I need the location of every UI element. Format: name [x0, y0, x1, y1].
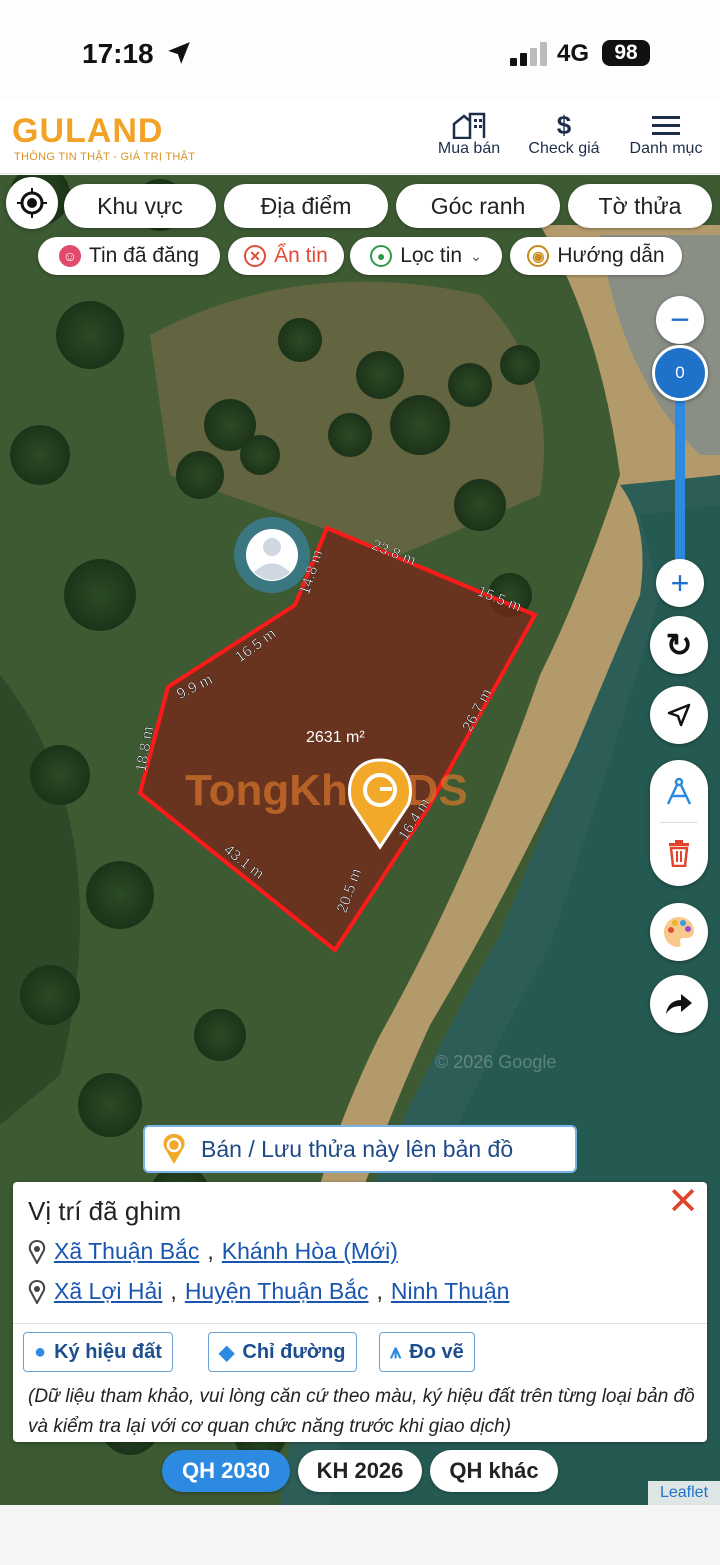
chip-loc-tin[interactable]: ● Lọc tin ⌄	[350, 237, 502, 275]
palette-icon: ●	[34, 1340, 47, 1363]
draw-tools-group	[650, 760, 708, 886]
close-icon[interactable]: ✕	[665, 1183, 701, 1221]
nav-label: Danh mục	[629, 140, 703, 157]
chip-label: Ẩn tin	[274, 244, 328, 267]
delete-button[interactable]	[650, 826, 708, 880]
nav-danh-muc[interactable]: Danh mục	[622, 110, 710, 158]
navigation-arrow-icon	[667, 703, 691, 727]
leaflet-attribution[interactable]: Leaflet	[648, 1481, 720, 1505]
zoom-level-knob[interactable]: 0	[652, 345, 708, 401]
action-label: Đo vẽ	[409, 1340, 464, 1363]
filter-pin-icon: ●	[370, 245, 393, 267]
palette-button[interactable]	[650, 903, 708, 961]
guland-pin-icon	[163, 1134, 185, 1164]
close-circle-icon: ✕	[244, 245, 267, 267]
tab-khu-vuc[interactable]: Khu vực	[64, 184, 216, 228]
refresh-icon: ↻	[665, 627, 693, 663]
location-arrow-icon	[168, 42, 190, 64]
commune-link[interactable]: Xã Lợi Hải	[54, 1278, 162, 1305]
directions-icon: ◆	[219, 1341, 235, 1364]
province-link[interactable]: Ninh Thuận	[391, 1278, 510, 1305]
nav-label: Check giá	[528, 140, 600, 157]
menu-icon	[622, 110, 710, 140]
status-bar: 17:18 4G 98	[0, 0, 720, 100]
disclaimer-note: (Dữ liệu tham khảo, vui lòng căn cứ theo…	[28, 1386, 695, 1437]
separator: ,	[376, 1278, 383, 1304]
pinned-location-panel: Vị trí đã ghim ✕ Xã Thuận Bắc, Khánh Hòa…	[13, 1182, 707, 1442]
guland-logo[interactable]: GULAND	[12, 112, 163, 151]
measure-button[interactable]: ⩚ Đo vẽ	[379, 1332, 475, 1372]
tab-qh-2030[interactable]: QH 2030	[162, 1450, 290, 1492]
locate-me-button[interactable]	[6, 177, 58, 229]
separator: ,	[207, 1238, 214, 1264]
action-label: Ký hiệu đất	[54, 1340, 162, 1363]
compass-draw-button[interactable]	[650, 766, 708, 818]
nav-label: Mua bán	[437, 140, 501, 157]
chip-label: Tin đã đăng	[88, 244, 200, 267]
signal-icon	[510, 42, 547, 66]
land-symbol-button[interactable]: ● Ký hiệu đất	[23, 1332, 173, 1372]
app-header: GULAND THÔNG TIN THẬT - GIÁ TRỊ THẬT Mua…	[0, 100, 720, 174]
district-link[interactable]: Huyện Thuận Bắc	[185, 1278, 369, 1305]
compass-icon	[666, 777, 692, 805]
tab-qh-khac[interactable]: QH khác	[430, 1450, 558, 1492]
parcel-area: 2631 m²	[306, 729, 365, 746]
commune-link[interactable]: Xã Thuận Bắc	[54, 1238, 199, 1265]
dollar-icon: $	[556, 109, 572, 140]
province-link[interactable]: Khánh Hòa (Mới)	[222, 1238, 398, 1265]
chip-tin-da-dang[interactable]: ☺ Tin đã đăng	[38, 237, 220, 275]
crosshair-icon	[17, 188, 47, 218]
action-label: Chỉ đường	[242, 1340, 346, 1363]
tab-kh-2026[interactable]: KH 2026	[298, 1450, 422, 1492]
tab-goc-ranh[interactable]: Góc ranh	[396, 184, 560, 228]
google-credit: © 2026 Google	[435, 1052, 556, 1072]
location-row-new: Xã Thuận Bắc, Khánh Hòa (Mới)	[28, 1238, 398, 1265]
chip-an-tin[interactable]: ✕ Ẩn tin	[228, 237, 344, 275]
divider	[660, 822, 698, 823]
save-parcel-button[interactable]: Bán / Lưu thửa này lên bản đồ	[143, 1125, 577, 1173]
network-type: 4G	[557, 40, 590, 67]
location-row-old: Xã Lợi Hải, Huyện Thuận Bắc, Ninh Thuận	[28, 1278, 509, 1305]
trash-icon	[669, 840, 689, 867]
battery-indicator: 98	[602, 40, 650, 66]
location-pin-icon	[28, 1239, 46, 1264]
chip-huong-dan[interactable]: ◉ Hướng dẫn	[510, 237, 682, 275]
navigate-button[interactable]	[650, 686, 708, 744]
chip-label: Lọc tin	[400, 244, 463, 267]
browser-bottom-bar	[0, 1505, 720, 1565]
posted-icon: ☺	[58, 245, 81, 267]
chevron-down-icon: ⌄	[470, 247, 482, 264]
save-parcel-label: Bán / Lưu thửa này lên bản đồ	[201, 1135, 514, 1162]
zoom-out-button[interactable]: −	[656, 296, 704, 344]
status-time: 17:18	[82, 38, 154, 69]
nav-mua-ban[interactable]: Mua bán	[430, 110, 508, 158]
share-arrow-icon	[666, 994, 692, 1014]
tab-dia-diem[interactable]: Địa điểm	[224, 184, 388, 228]
separator: ,	[170, 1278, 177, 1304]
palette-icon	[664, 917, 694, 947]
guide-icon: ◉	[527, 245, 550, 267]
building-icon	[430, 110, 508, 140]
location-pin-icon	[28, 1279, 46, 1304]
divider	[13, 1323, 707, 1324]
chip-label: Hướng dẫn	[557, 244, 665, 267]
panel-title: Vị trí đã ghim	[28, 1196, 182, 1226]
compass-icon: ⩚	[390, 1340, 402, 1363]
zoom-slider-track[interactable]	[675, 375, 685, 585]
share-button[interactable]	[650, 975, 708, 1033]
nav-check-gia[interactable]: $ Check giá	[522, 110, 606, 158]
tab-to-thua[interactable]: Tờ thửa	[568, 184, 712, 228]
user-location-marker[interactable]	[234, 517, 310, 593]
logo-tagline: THÔNG TIN THẬT - GIÁ TRỊ THẬT	[14, 151, 196, 163]
zoom-in-button[interactable]: +	[656, 559, 704, 607]
refresh-button[interactable]: ↻	[650, 616, 708, 674]
directions-button[interactable]: ◆ Chỉ đường	[208, 1332, 357, 1372]
